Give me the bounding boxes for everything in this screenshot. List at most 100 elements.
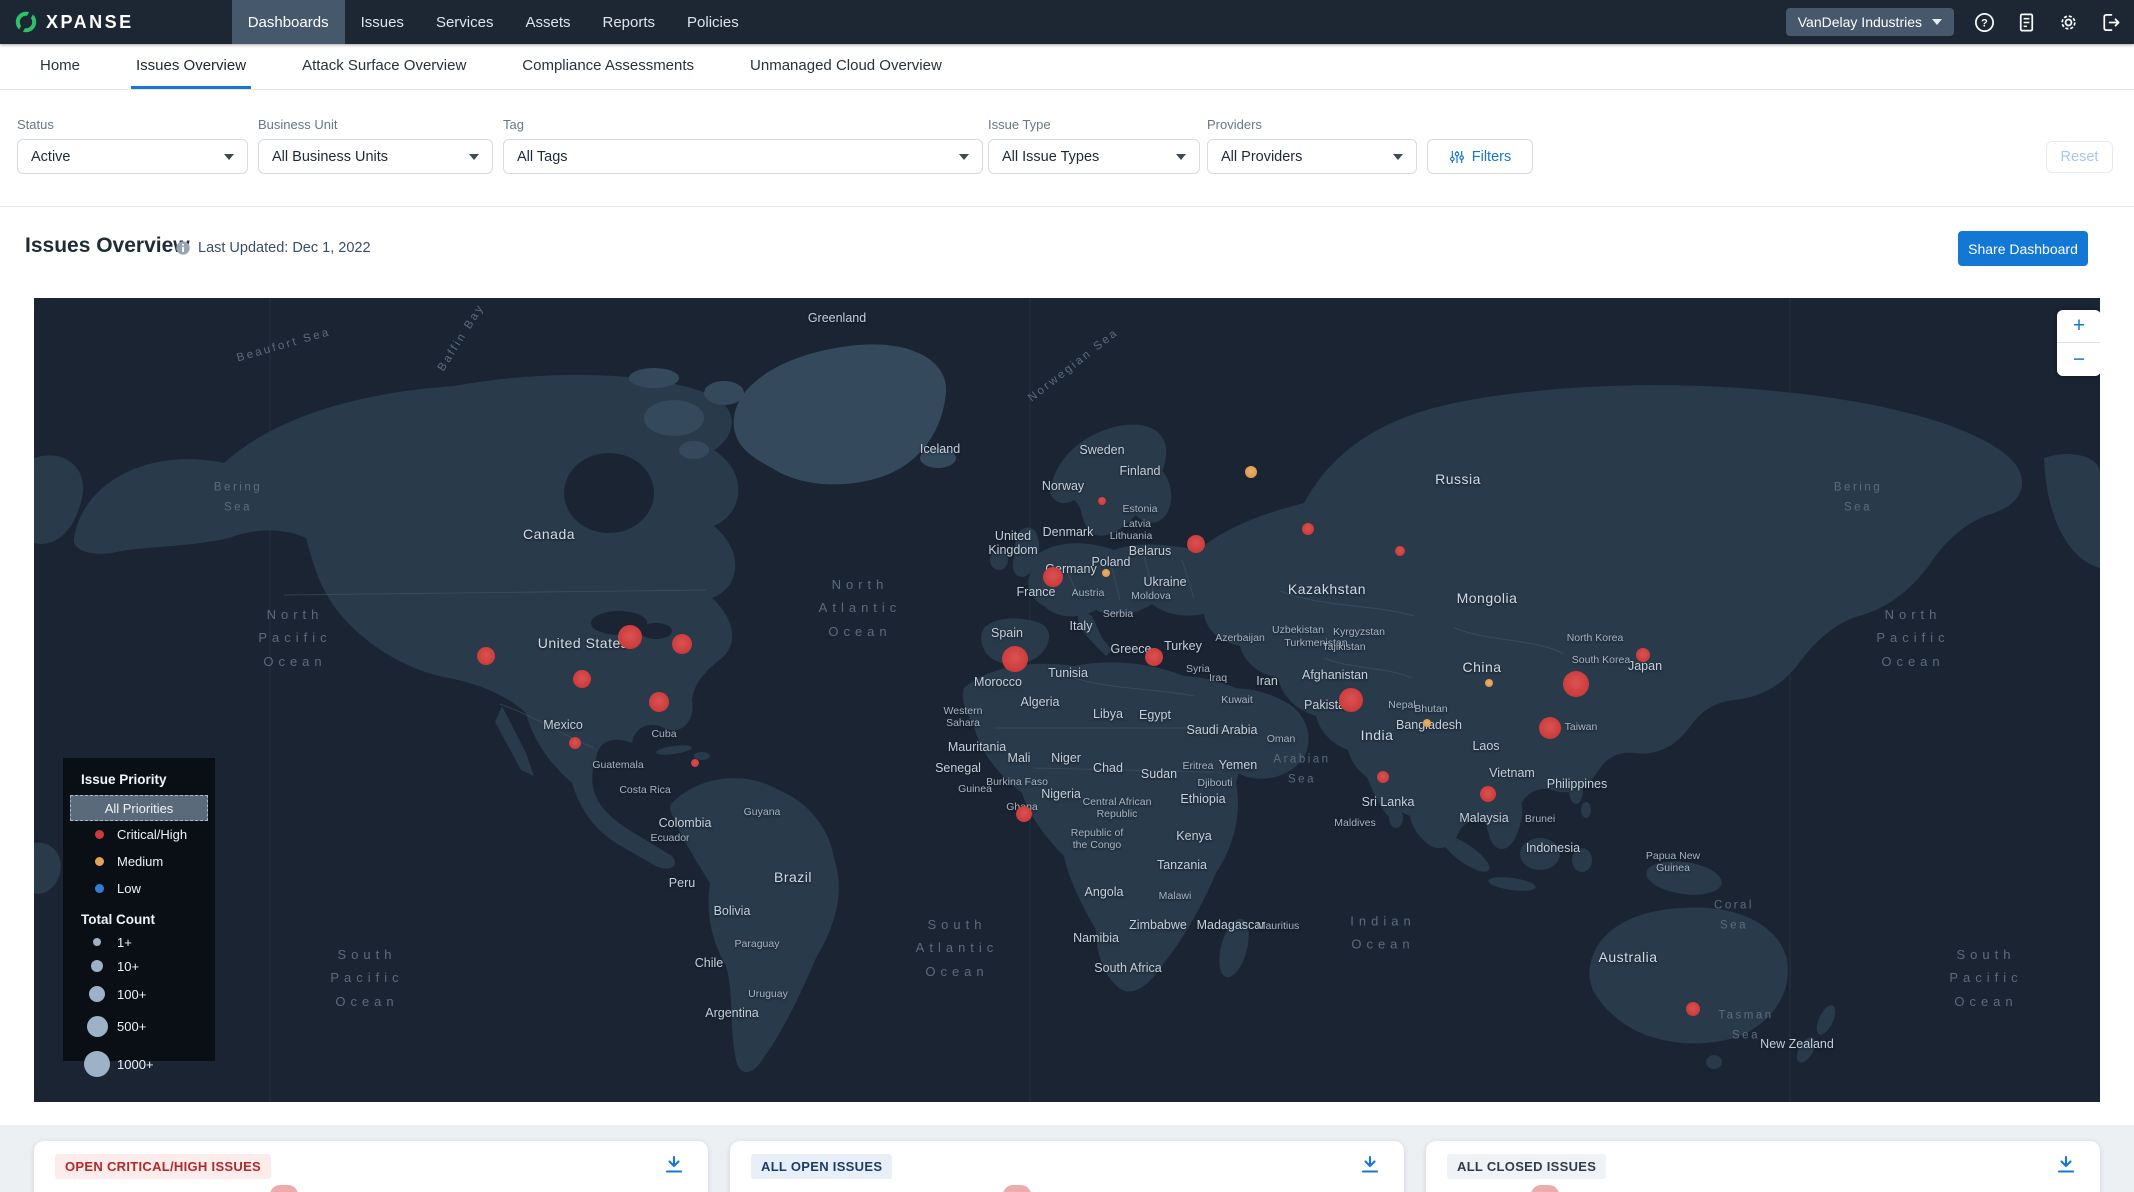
legend-priority-label: Low — [117, 881, 141, 896]
filter-select-status[interactable]: Active — [17, 139, 248, 174]
reset-button[interactable]: Reset — [2046, 141, 2113, 173]
issue-cluster-dot[interactable] — [1395, 546, 1405, 556]
issue-cluster-dot[interactable] — [1563, 671, 1589, 697]
filters-button-label: Filters — [1472, 149, 1511, 165]
legend-count-500: 500+ — [77, 1009, 215, 1044]
legend-priority-critical-high[interactable]: Critical/High — [95, 821, 215, 848]
issue-cluster-dot[interactable] — [649, 692, 669, 712]
download-icon[interactable] — [662, 1153, 686, 1177]
issue-cluster-dot[interactable] — [477, 647, 495, 665]
issue-cluster-dot[interactable] — [1636, 648, 1650, 662]
panel-title-badge: ALL OPEN ISSUES — [751, 1154, 892, 1179]
zoom-in-button[interactable]: + — [2057, 310, 2100, 343]
issue-cluster-dot[interactable] — [618, 625, 642, 649]
info-icon[interactable] — [175, 240, 191, 256]
panel-title-badge: ALL CLOSED ISSUES — [1447, 1154, 1606, 1179]
issue-cluster-dot[interactable] — [569, 737, 581, 749]
chart-fragment — [1003, 1185, 1031, 1192]
zoom-out-button[interactable]: − — [2057, 343, 2100, 376]
chevron-down-icon — [469, 154, 479, 160]
legend-count-100: 100+ — [77, 979, 215, 1009]
issue-cluster-dot[interactable] — [1145, 648, 1163, 666]
app-root: XPANSE DashboardsIssuesServicesAssetsRep… — [0, 0, 2134, 1192]
issue-cluster-dot[interactable] — [1339, 688, 1363, 712]
issue-cluster-dot[interactable] — [1245, 466, 1257, 478]
settings-icon[interactable] — [2057, 11, 2080, 34]
legend-count-title: Total Count — [81, 912, 215, 927]
issue-cluster-dot[interactable] — [1187, 535, 1205, 553]
issue-cluster-dot[interactable] — [672, 634, 692, 654]
chevron-down-icon — [959, 154, 969, 160]
filter-value-tag: All Tags — [517, 149, 568, 165]
legend-priority-medium[interactable]: Medium — [95, 848, 215, 875]
issue-cluster-dot[interactable] — [1302, 523, 1314, 535]
org-selector-button[interactable]: VanDelay Industries — [1786, 8, 1954, 36]
download-icon[interactable] — [2054, 1153, 2078, 1177]
tab-home[interactable]: Home — [35, 44, 85, 89]
issue-cluster-dot[interactable] — [1102, 569, 1110, 577]
map-legend: Issue Priority All Priorities Critical/H… — [63, 758, 215, 1061]
issue-cluster-dot[interactable] — [1098, 497, 1106, 505]
filter-select-tag[interactable]: All Tags — [503, 139, 983, 174]
chart-fragment — [270, 1185, 298, 1192]
topbar-right: VanDelay Industries ? — [1786, 0, 2122, 44]
filters-button[interactable]: Filters — [1427, 139, 1533, 174]
issue-cluster-dot[interactable] — [1043, 567, 1063, 587]
filter-select-issue-type[interactable]: All Issue Types — [988, 139, 1200, 174]
sign-out-icon[interactable] — [2099, 11, 2122, 34]
xpanse-logo: XPANSE — [14, 10, 134, 34]
tab-issues-overview[interactable]: Issues Overview — [131, 44, 251, 89]
priority-dot-icon — [95, 884, 104, 893]
release-notes-icon[interactable] — [2015, 11, 2038, 34]
nav-item-policies[interactable]: Policies — [671, 0, 755, 44]
count-circle-wrap — [77, 960, 117, 972]
tab-attack-surface-overview[interactable]: Attack Surface Overview — [297, 44, 471, 89]
share-dashboard-button[interactable]: Share Dashboard — [1958, 231, 2088, 266]
download-icon[interactable] — [1358, 1153, 1382, 1177]
issue-cluster-dot[interactable] — [573, 670, 591, 688]
panel-open-critical-high-issues: OPEN CRITICAL/HIGH ISSUES — [34, 1141, 708, 1192]
filter-select-business-unit[interactable]: All Business Units — [258, 139, 493, 174]
help-icon[interactable]: ? — [1973, 11, 1996, 34]
tab-unmanaged-cloud-overview[interactable]: Unmanaged Cloud Overview — [745, 44, 947, 89]
nav-item-dashboards[interactable]: Dashboards — [232, 0, 345, 44]
issue-cluster-dot[interactable] — [1002, 646, 1028, 672]
issue-cluster-dot[interactable] — [1480, 786, 1496, 802]
issue-cluster-dot[interactable] — [1539, 717, 1561, 739]
filter-label-status: Status — [17, 117, 54, 132]
filter-label-providers: Providers — [1207, 117, 1262, 132]
legend-count-label: 500+ — [117, 1019, 146, 1034]
issue-cluster-dot[interactable] — [1016, 806, 1032, 822]
filter-select-providers[interactable]: All Providers — [1207, 139, 1417, 174]
xpanse-logo-icon — [14, 10, 38, 34]
nav-item-services[interactable]: Services — [420, 0, 510, 44]
chevron-down-icon — [1932, 19, 1942, 25]
issue-cluster-dot[interactable] — [1423, 719, 1431, 727]
nav-item-issues[interactable]: Issues — [345, 0, 420, 44]
dashboard-tabs: Home Issues Overview Attack Surface Overvi… — [0, 44, 2134, 90]
count-circle-icon — [87, 1016, 108, 1037]
issue-cluster-dot[interactable] — [691, 759, 699, 767]
logo-text: XPANSE — [46, 12, 134, 33]
panel-all-open-issues: ALL OPEN ISSUES — [730, 1141, 1404, 1192]
filter-label-business-unit: Business Unit — [258, 117, 337, 132]
filter-value-providers: All Providers — [1221, 149, 1302, 165]
map-landmass — [34, 298, 2100, 1102]
legend-all-priorities[interactable]: All Priorities — [70, 795, 208, 821]
nav-item-reports[interactable]: Reports — [586, 0, 671, 44]
count-circle-icon — [93, 938, 101, 946]
filter-value-issue-type: All Issue Types — [1002, 149, 1099, 165]
nav-item-assets[interactable]: Assets — [509, 0, 586, 44]
legend-priority-low[interactable]: Low — [95, 875, 215, 902]
tab-compliance-assessments[interactable]: Compliance Assessments — [517, 44, 699, 89]
last-updated-text: Last Updated: Dec 1, 2022 — [198, 240, 371, 256]
issue-cluster-dot[interactable] — [1485, 679, 1493, 687]
count-circle-icon — [89, 986, 105, 1002]
issue-cluster-dot[interactable] — [1686, 1002, 1700, 1016]
org-name: VanDelay Industries — [1798, 14, 1922, 30]
chevron-down-icon — [1393, 154, 1403, 160]
world-map[interactable]: + − Issue Priority All Priorities Critic… — [34, 298, 2100, 1102]
panel-title-badge: OPEN CRITICAL/HIGH ISSUES — [55, 1154, 271, 1179]
issue-cluster-dot[interactable] — [1377, 771, 1389, 783]
map-zoom-control: + − — [2057, 310, 2100, 376]
